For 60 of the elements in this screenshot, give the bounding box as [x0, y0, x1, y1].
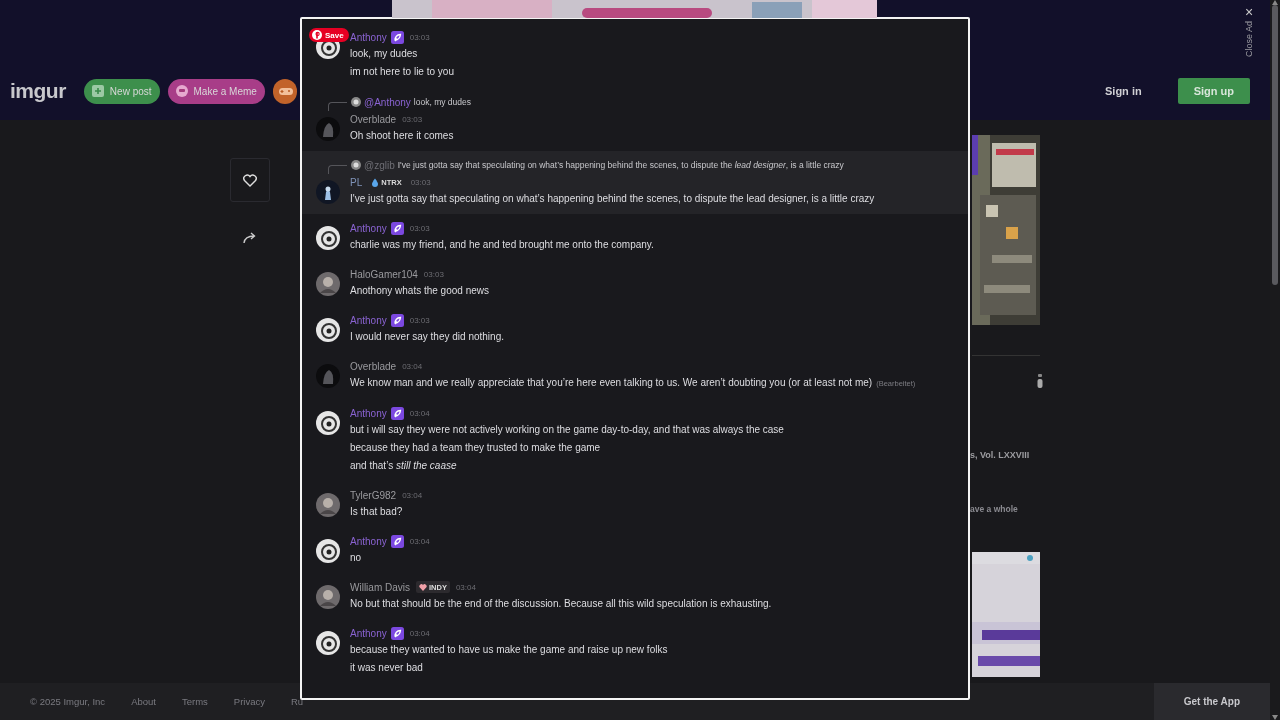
- username[interactable]: Anthony: [350, 31, 387, 43]
- timestamp: 03:04: [409, 408, 430, 418]
- username[interactable]: HaloGamer104: [350, 268, 418, 280]
- username[interactable]: Anthony: [350, 407, 387, 419]
- sign-up-button[interactable]: Sign up: [1177, 78, 1250, 104]
- username[interactable]: Anthony: [350, 314, 387, 326]
- reply-preview-text: I've just gotta say that speculating on what’s happening behind the scenes, to dispute the lead designer, is a little crazy: [397, 160, 844, 170]
- message-text: no: [350, 551, 362, 565]
- message-text: We know man and we really appreciate that you’re here even talking to us. We aren’t doubting you (or at least not me): [350, 376, 873, 390]
- message-text: Oh shoot here it comes: [350, 129, 454, 143]
- username[interactable]: Overblade: [350, 113, 397, 125]
- mention[interactable]: @Anthony: [364, 96, 411, 108]
- username[interactable]: Anthony: [350, 627, 387, 639]
- message-text: I would never say they did nothing.: [350, 330, 504, 344]
- timestamp: 03:04: [402, 490, 423, 500]
- copyright-text: © 2025 Imgur, Inc: [30, 696, 106, 707]
- footer-link[interactable]: Privacy: [233, 696, 265, 707]
- close-ad-link[interactable]: Close Ad: [1244, 21, 1254, 58]
- message-text: Anothony whats the good news: [350, 284, 489, 298]
- timestamp: 03:04: [409, 536, 430, 546]
- message-text: because they had a team they trusted to make the game: [350, 441, 601, 455]
- message-text: charlie was my friend, and he and ted brought me onto the company.: [350, 238, 654, 252]
- footer-link[interactable]: Ru: [291, 696, 304, 707]
- timestamp: 03:03: [402, 114, 423, 124]
- timestamp: 03:04: [402, 361, 423, 371]
- timestamp: 03:04: [455, 582, 476, 592]
- message-text: I've just gotta say that speculating on what’s happening behind the scenes, to dispute the lead designer, is a little crazy: [350, 192, 875, 206]
- post-description: ave a whole: [970, 504, 1019, 514]
- username[interactable]: PL: [350, 176, 363, 188]
- message-text: im not here to lie to you: [350, 65, 454, 79]
- message-text: No but that should be the end of the discussion. Because all this wild speculation is exhausting.: [350, 597, 772, 611]
- message-text: but i will say they were not actively working on the game day-to-day, and that was always the case: [350, 423, 784, 437]
- timestamp: 03:04: [409, 628, 430, 638]
- mention[interactable]: @zglib: [364, 159, 395, 171]
- timestamp: 03:03: [409, 315, 430, 325]
- reply-preview-text: look, my dudes: [413, 97, 472, 107]
- username[interactable]: Overblade: [350, 360, 397, 372]
- imgur-logo[interactable]: imgur: [10, 79, 66, 103]
- new-post-button[interactable]: New post: [83, 78, 160, 104]
- save-button[interactable]: Save: [309, 28, 349, 42]
- timestamp: 03:03: [410, 177, 431, 187]
- close-icon[interactable]: ×: [1244, 5, 1254, 19]
- message-text: because they wanted to have us make the game and raise up new folks: [350, 643, 668, 657]
- message-text: it was never bad: [350, 661, 423, 675]
- timestamp: 03:03: [409, 32, 430, 42]
- message-text: Is that bad?: [350, 505, 403, 519]
- username[interactable]: Anthony: [350, 535, 387, 547]
- post-title[interactable]: s, Vol. LXXVIII: [970, 450, 1040, 460]
- sign-in-link[interactable]: Sign in: [1105, 85, 1142, 97]
- footer-link[interactable]: Terms: [181, 696, 208, 707]
- get-the-app-button[interactable]: Get the App: [1153, 683, 1270, 720]
- username[interactable]: Anthony: [350, 222, 387, 234]
- username[interactable]: TylerG982: [350, 489, 397, 501]
- timestamp: 03:03: [409, 223, 430, 233]
- footer-link[interactable]: About: [131, 696, 156, 707]
- username[interactable]: William Davis: [350, 581, 410, 593]
- meme-button[interactable]: Make a Meme: [167, 78, 265, 104]
- timestamp: 03:03: [423, 269, 444, 279]
- message-text: and that’s still the caase: [350, 459, 457, 473]
- message-text: look, my dudes: [350, 47, 418, 61]
